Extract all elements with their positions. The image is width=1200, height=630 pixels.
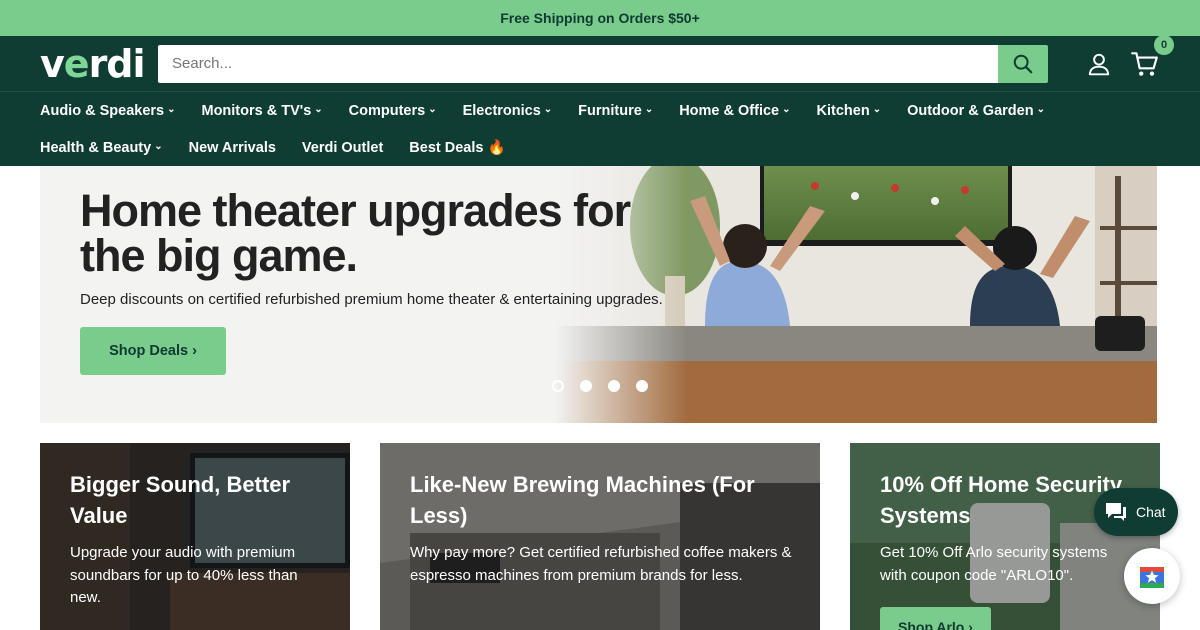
nav-item[interactable]: New Arrivals [189, 140, 276, 156]
nav-item[interactable]: Furniture ⌄ [578, 103, 653, 119]
nav-item[interactable]: Computers ⌄ [349, 103, 437, 119]
promo-cards: Bigger Sound, Better Value Upgrade your … [40, 443, 1160, 630]
nav-item-label: Furniture [578, 102, 642, 119]
nav-item-label: Home & Office [679, 102, 780, 119]
hero-title: Home theater upgrades for the big game. [80, 185, 631, 281]
chevron-down-icon: ⌄ [154, 141, 163, 152]
cart-button[interactable]: 0 [1130, 34, 1174, 79]
header-icons: 0 [1086, 34, 1174, 79]
cart-count-badge: 0 [1154, 34, 1174, 55]
carousel-dot[interactable] [636, 380, 648, 392]
chevron-down-icon: ⌄ [872, 104, 882, 115]
card-coffee[interactable]: Like-New Brewing Machines (For Less) Why… [380, 443, 820, 630]
nav-item-label: Electronics [462, 102, 541, 119]
chat-label: Chat [1136, 504, 1166, 520]
card-soundbars[interactable]: Bigger Sound, Better Value Upgrade your … [40, 443, 350, 630]
nav-item[interactable]: Electronics ⌄ [463, 103, 553, 119]
search-bar [158, 44, 1048, 83]
nav-item[interactable]: Audio & Speakers ⌄ [40, 103, 175, 119]
nav-item-label: Best Deals 🔥 [409, 140, 506, 156]
card-content: 10% Off Home Security Systems Get 10% Of… [880, 469, 1134, 587]
nav-item-label: Verdi Outlet [301, 139, 384, 156]
main-nav: Audio & Speakers ⌄ Monitors & TV's ⌄ Compute… [0, 91, 1200, 166]
user-icon [1088, 53, 1110, 75]
card-title: Like-New Brewing Machines (For Less) [410, 472, 755, 528]
carousel-dot[interactable] [580, 380, 592, 392]
site-header: verdi 0 [0, 34, 1200, 91]
chevron-down-icon: ⌄ [167, 104, 176, 115]
card-text: Get 10% Off Arlo security systems with c… [880, 544, 1108, 584]
card-title: Bigger Sound, Better Value [70, 472, 291, 528]
chevron-down-icon: ⌄ [314, 104, 323, 115]
chevron-down-icon: ⌄ [782, 104, 791, 115]
nav-item[interactable]: Verdi Outlet [302, 140, 383, 156]
card-security[interactable]: 10% Off Home Security Systems Get 10% Of… [850, 443, 1160, 630]
chevron-down-icon: ⌄ [543, 104, 553, 115]
hero-subtitle: Deep discounts on certified refurbished … [80, 291, 663, 308]
promo-bar: Free Shipping on Orders $50+ [0, 0, 1200, 36]
logo-suffix: rdi [88, 41, 146, 86]
nav-item[interactable]: Home & Office ⌄ [679, 103, 790, 119]
account-button[interactable] [1086, 51, 1112, 77]
chat-button[interactable]: Chat [1094, 488, 1178, 536]
nav-row-2: Health & Beauty ⌄ New Arrivals Verdi Outlet… [40, 129, 1160, 166]
search-input[interactable] [158, 44, 998, 83]
chevron-down-icon: ⌄ [1036, 104, 1045, 115]
card-content: Like-New Brewing Machines (For Less) Why… [410, 469, 794, 587]
promo-text: Free Shipping on Orders $50+ [500, 10, 700, 26]
nav-item-label: Audio & Speakers [40, 102, 165, 119]
logo-accent: e [63, 41, 90, 86]
nav-item-label: Health & Beauty [40, 139, 152, 156]
star-badge-icon [1140, 567, 1164, 588]
hero-banner: Home theater upgrades for the big game. … [40, 166, 1157, 423]
nav-item[interactable]: Best Deals 🔥 [409, 139, 505, 156]
carousel-dot[interactable] [552, 380, 564, 392]
shop-arlo-button[interactable]: Shop Arlo › [880, 607, 991, 630]
logo[interactable]: verdi [40, 42, 158, 86]
chevron-down-icon: ⌄ [428, 104, 437, 115]
nav-item-label: Computers [348, 102, 426, 119]
nav-item-label: New Arrivals [188, 139, 276, 156]
nav-item-label: Monitors & TV's [201, 102, 312, 119]
card-text: Why pay more? Get certified refurbished … [410, 544, 792, 584]
logo-prefix: v [40, 41, 65, 86]
rewards-button[interactable] [1124, 548, 1180, 604]
carousel-dot[interactable] [608, 380, 620, 392]
nav-item-label: Kitchen [816, 102, 870, 119]
chevron-down-icon: ⌄ [644, 104, 654, 115]
nav-item[interactable]: Health & Beauty ⌄ [40, 140, 163, 156]
chat-icon [1106, 503, 1126, 521]
nav-item-label: Outdoor & Garden [907, 102, 1034, 119]
nav-item[interactable]: Outdoor & Garden ⌄ [907, 103, 1045, 119]
nav-item[interactable]: Kitchen ⌄ [817, 103, 882, 119]
nav-row-1: Audio & Speakers ⌄ Monitors & TV's ⌄ Compute… [40, 92, 1160, 129]
shop-deals-button[interactable]: Shop Deals › [80, 327, 226, 375]
hero-text: Home theater upgrades for the big game. … [80, 188, 700, 375]
search-button[interactable] [998, 44, 1048, 83]
card-content: Bigger Sound, Better Value Upgrade your … [70, 469, 324, 610]
card-text: Upgrade your audio with premium soundbar… [70, 544, 298, 606]
carousel-dots [552, 380, 648, 392]
nav-item[interactable]: Monitors & TV's ⌄ [201, 103, 322, 119]
search-icon [1013, 54, 1033, 73]
cart-icon [1131, 51, 1158, 76]
